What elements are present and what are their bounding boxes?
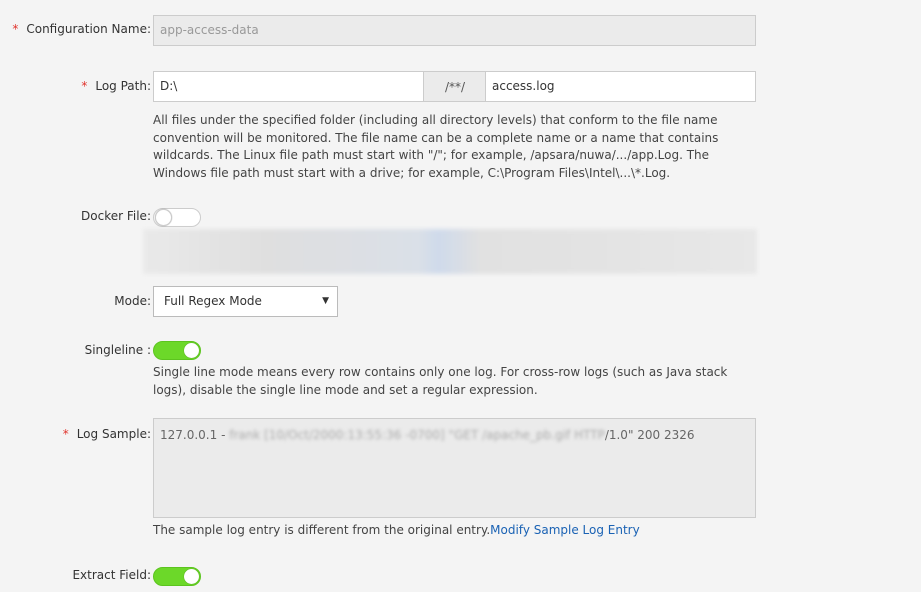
caret-down-icon: ▼ bbox=[322, 296, 329, 306]
required-marker: * bbox=[62, 427, 69, 441]
log-sample-suffix: /1.0" 200 2326 bbox=[604, 428, 695, 442]
log-path-label: * Log Path: bbox=[81, 79, 151, 93]
log-path-file-input[interactable]: access.log bbox=[485, 71, 756, 102]
mode-label: Mode: bbox=[114, 294, 151, 308]
log-path-help: All files under the specified folder (in… bbox=[153, 113, 719, 180]
modify-sample-link[interactable]: Modify Sample Log Entry bbox=[490, 523, 640, 537]
singleline-label: Singleline : bbox=[84, 343, 151, 357]
docker-file-label: Docker File: bbox=[81, 209, 151, 223]
log-path-separator: /**/ bbox=[424, 71, 486, 102]
required-marker: * bbox=[12, 22, 19, 36]
toggle-knob bbox=[155, 209, 172, 226]
blurred-content bbox=[143, 229, 757, 274]
toggle-knob bbox=[184, 569, 199, 584]
singleline-toggle[interactable] bbox=[153, 341, 201, 360]
log-sample-blurred: frank [10/Oct/2000:13:55:36 -0700] "GET … bbox=[229, 428, 605, 442]
mode-select[interactable]: Full Regex Mode ▼ bbox=[153, 286, 338, 317]
extract-field-toggle[interactable] bbox=[153, 567, 201, 586]
extract-field-label: Extract Field: bbox=[72, 568, 151, 582]
log-sample-prefix: 127.0.0.1 - bbox=[160, 428, 226, 442]
mode-select-value: Full Regex Mode bbox=[164, 294, 262, 308]
log-sample-label: * Log Sample: bbox=[62, 427, 151, 441]
log-sample-textarea[interactable]: 127.0.0.1 - frank [10/Oct/2000:13:55:36 … bbox=[153, 418, 756, 518]
toggle-knob bbox=[184, 343, 199, 358]
config-name-label: * Configuration Name: bbox=[12, 22, 151, 36]
required-marker: * bbox=[81, 79, 88, 93]
log-path-folder-input[interactable]: D:\ bbox=[153, 71, 424, 102]
singleline-help: Single line mode means every row contain… bbox=[153, 365, 728, 397]
log-sample-note: The sample log entry is different from t… bbox=[153, 523, 640, 537]
config-name-input: app-access-data bbox=[153, 15, 756, 46]
docker-file-toggle[interactable] bbox=[153, 208, 201, 227]
